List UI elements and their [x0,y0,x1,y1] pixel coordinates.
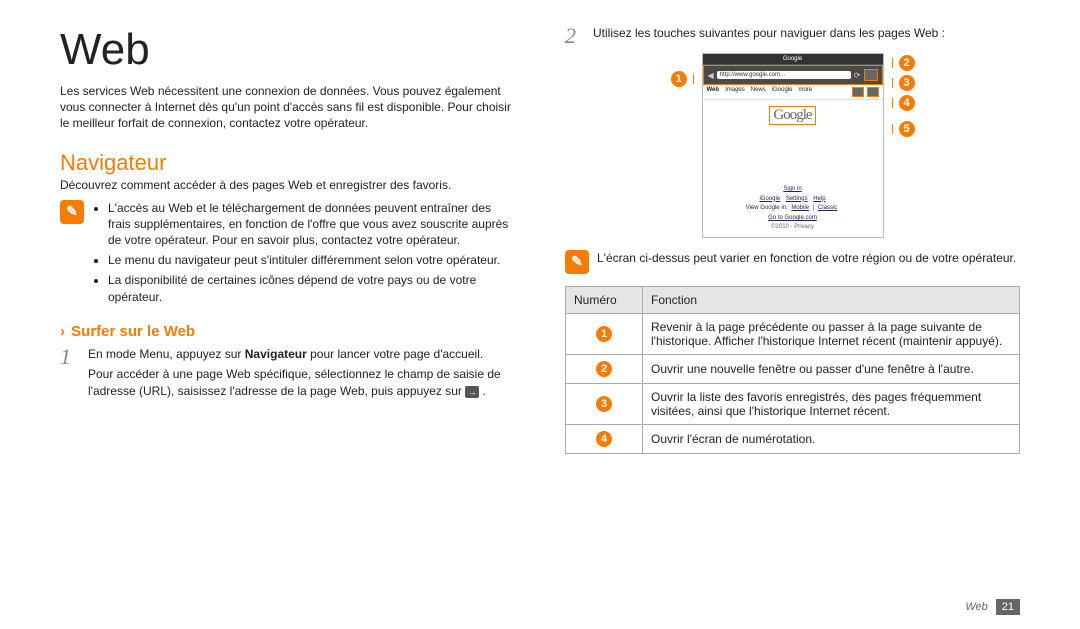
note-icon: ✎ [565,250,589,274]
intro-text: Les services Web nécessitent une connexi… [60,83,515,132]
device-links: Sign in iGoogle Settings Help View Googl… [707,185,879,233]
link-text: View Google in: [746,205,790,211]
google-logo: Google [769,106,815,125]
th-function: Fonction [643,286,1020,313]
row-function: Ouvrir la liste des favoris enregistrés,… [643,383,1020,424]
row-callout: 1 [596,326,612,342]
note-item: La disponibilité de certaines icônes dép… [108,272,515,304]
footer-page: 21 [996,599,1020,615]
note-item: L'accès au Web et le téléchargement de d… [108,200,515,249]
sub-section-label: Surfer sur le Web [71,323,195,340]
step-number: 1 [60,346,78,400]
step-text: Pour accéder à une page Web spécifique, … [88,367,501,398]
row-function: Revenir à la page précédente ou passer à… [643,313,1020,354]
table-row: 1 Revenir à la page précédente ou passer… [566,313,1020,354]
step-bold: Navigateur [245,347,307,361]
th-number: Numéro [566,286,643,313]
dial-icon [867,87,879,97]
table-row: 2 Ouvrir une nouvelle fenêtre ou passer … [566,354,1020,383]
footer-section: Web [965,601,987,613]
device-titlebar: Google [703,54,883,65]
step-2: 2 Utilisez les touches suivantes pour na… [565,25,1020,47]
callout-3: 3 [899,75,915,91]
table-row: 3 Ouvrir la liste des favoris enregistré… [566,383,1020,424]
tab-images: Images [725,87,745,97]
callout-2: 2 [899,55,915,71]
right-column: 2 Utilisez les touches suivantes pour na… [565,25,1020,609]
table-row: 4 Ouvrir l'écran de numérotation. [566,424,1020,453]
row-callout: 2 [596,361,612,377]
note-body: L'écran ci-dessus peut varier en fonctio… [597,250,1020,274]
link-mobile: Mobile [791,205,809,211]
copyright: ©2010 - Privacy [707,223,879,233]
back-arrow-icon: ◀ [708,71,714,80]
screenshot-area: 1 Google ◀ http://www.google.com... ⟳ We… [565,53,1020,238]
note-body: L'accès au Web et le téléchargement de d… [92,200,515,309]
link-classic: Classic [818,205,837,211]
note-icon: ✎ [60,200,84,224]
step-text: pour lancer votre page d'accueil. [307,347,483,361]
step-text: En mode Menu, appuyez sur [88,347,245,361]
step-number: 2 [565,25,583,47]
callouts-left: 1 [671,71,694,87]
link-help: Help [813,196,825,202]
page: Web Les services Web nécessitent une con… [0,0,1080,629]
step-text: . [483,384,486,398]
bookmarks-icon [852,87,864,97]
tab-igoogle: iGoogle [772,87,793,97]
callout-5: 5 [899,121,915,137]
url-field: http://www.google.com... [717,71,851,79]
device-tabs: Web Images News iGoogle more [703,85,883,100]
row-function: Ouvrir l'écran de numérotation. [643,424,1020,453]
link-signin: Sign in [783,186,801,192]
callout-1: 1 [671,71,687,87]
link-goto: Go to Google.com [768,215,817,221]
tab-web: Web [707,87,720,97]
device-url-row: ◀ http://www.google.com... ⟳ [703,65,883,85]
step-body: En mode Menu, appuyez sur Navigateur pou… [88,346,515,400]
refresh-icon: ⟳ [854,71,861,80]
go-icon: → [465,386,479,398]
link-igoogle: iGoogle [759,196,780,202]
step-1: 1 En mode Menu, appuyez sur Navigateur p… [60,346,515,400]
device-body: Google Sign in iGoogle Settings Help Vie… [703,100,883,237]
note-block-1: ✎ L'accès au Web et le téléchargement de… [60,200,515,309]
windows-icon [864,69,878,81]
callouts-right: 2 3 4 5 [892,55,915,137]
note-item: Le menu du navigateur peut s'intituler d… [108,252,515,268]
row-function: Ouvrir une nouvelle fenêtre ou passer d'… [643,354,1020,383]
device-mock: Google ◀ http://www.google.com... ⟳ Web … [702,53,884,238]
callout-4: 4 [899,95,915,111]
chevron-icon: › [60,323,65,340]
link-sep: | [811,205,816,211]
section-subtitle: Découvrez comment accéder à des pages We… [60,178,515,192]
function-table: Numéro Fonction 1 Revenir à la page préc… [565,286,1020,454]
footer: Web 21 [965,599,1020,615]
left-column: Web Les services Web nécessitent une con… [60,25,515,609]
step-body: Utilisez les touches suivantes pour navi… [593,25,1020,47]
tab-more: more [798,87,812,97]
link-settings: Settings [786,196,808,202]
note-block-2: ✎ L'écran ci-dessus peut varier en fonct… [565,250,1020,274]
sub-section-heading: › Surfer sur le Web [60,323,515,340]
row-callout: 4 [596,431,612,447]
row-callout: 3 [596,396,612,412]
section-heading: Navigateur [60,150,515,176]
tab-news: News [751,87,766,97]
page-title: Web [60,25,515,75]
